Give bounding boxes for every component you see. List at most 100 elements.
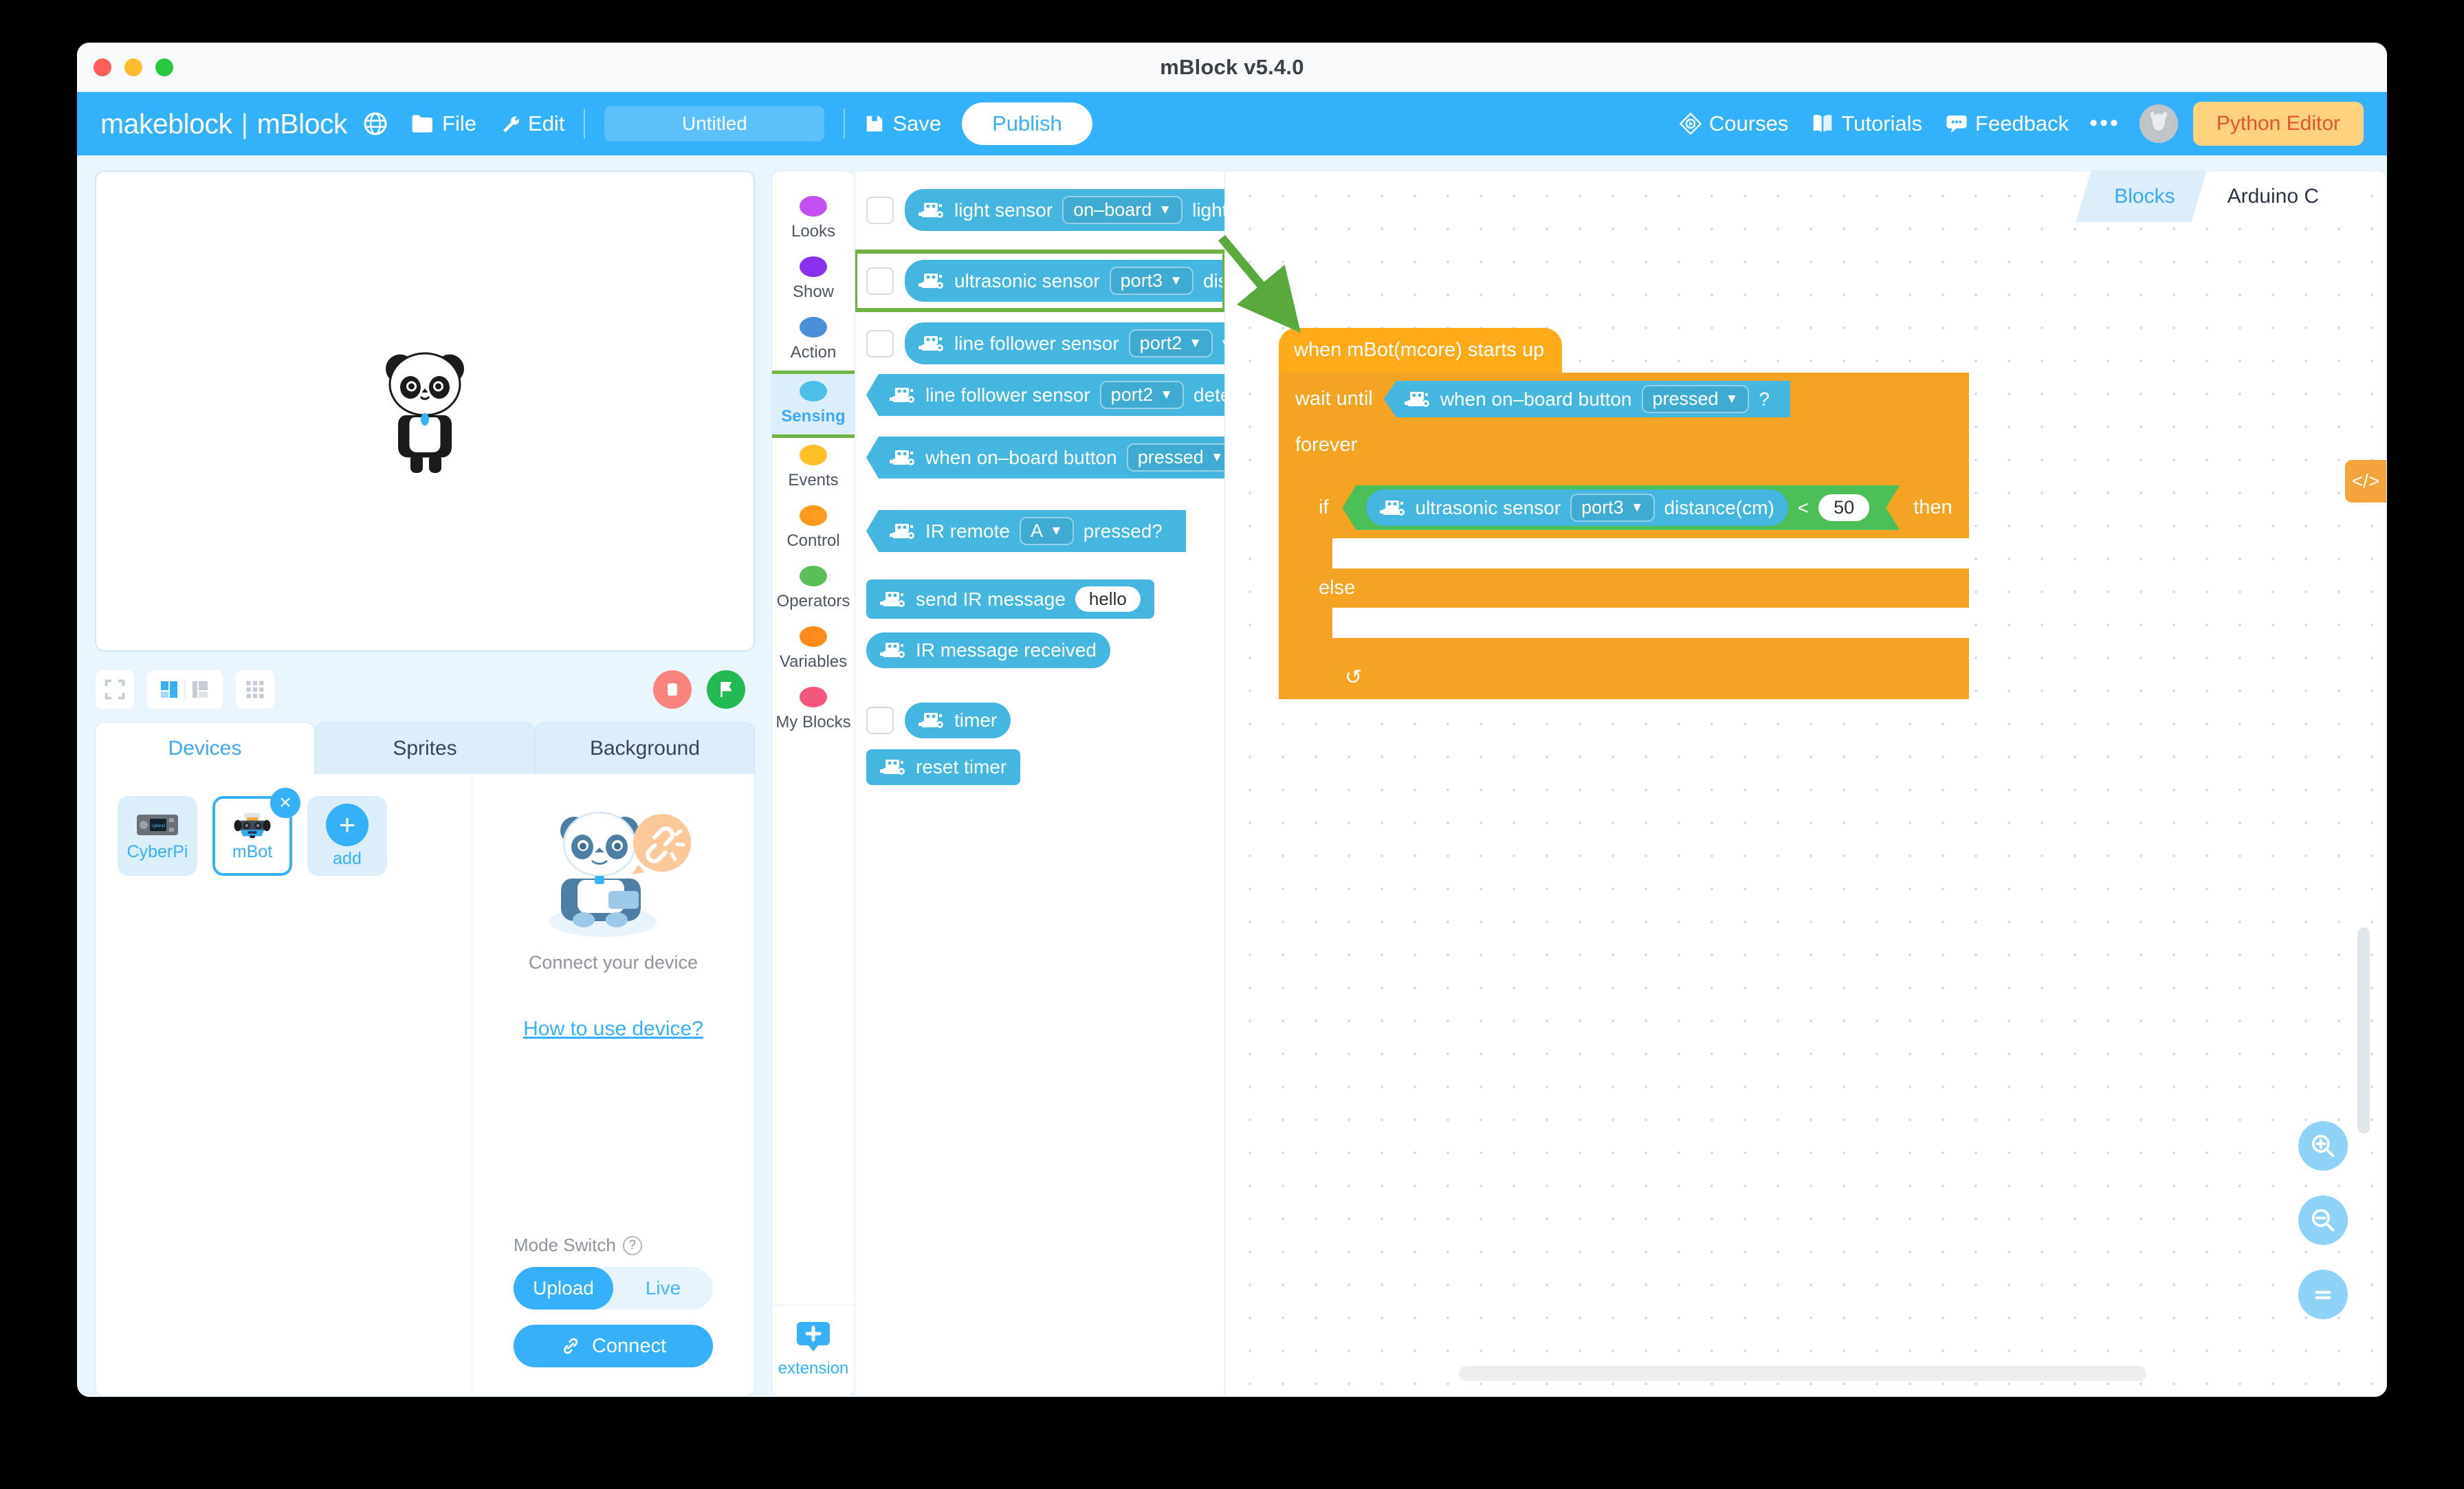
tutorials-link[interactable]: Tutorials — [1812, 111, 1922, 136]
block-line-follower-detect[interactable]: line follower sensor port2 ▼ dete — [866, 374, 1224, 416]
panel-tabs: Devices Sprites Background — [95, 722, 755, 774]
user-avatar[interactable] — [2139, 104, 2178, 143]
block-less-than-operator[interactable]: ultrasonic sensor port3 ▼ distance(cm) <… — [1343, 485, 1900, 530]
category-label-action: Action — [790, 343, 837, 362]
then-label: then — [1913, 496, 1952, 518]
block-ir-message-received[interactable]: IR message received — [866, 632, 1111, 668]
palette-row-ultrasonic-sensor: ultrasonic sensor port3 ▼ dis — [855, 250, 1224, 312]
dropdown-value-ultrasonic-sensor: port3 — [1120, 270, 1163, 291]
tab-background[interactable]: Background — [535, 722, 755, 774]
block-dropdown-ultrasonic-sensor[interactable]: port3 ▼ — [1109, 267, 1194, 295]
zoom-in-button[interactable] — [2298, 1121, 2348, 1171]
block-reset-timer[interactable]: reset timer — [866, 749, 1021, 785]
file-menu[interactable]: File — [411, 111, 476, 136]
monitor-checkbox-timer[interactable] — [866, 707, 894, 734]
chevron-down-icon: ▼ — [1630, 500, 1644, 515]
grid-layout-button[interactable] — [235, 670, 275, 709]
device-card-mbot[interactable]: × mBot — [212, 788, 300, 876]
category-control[interactable]: Control — [772, 498, 855, 559]
feedback-link[interactable]: Feedback — [1946, 111, 2069, 136]
block-dropdown-line-follower-detect[interactable]: port2 ▼ — [1099, 381, 1185, 409]
tab-devices[interactable]: Devices — [95, 722, 315, 774]
script-stack[interactable]: when mBot(mcore) starts up wait until wh… — [1279, 328, 1969, 699]
block-on-board-button[interactable]: when on–board button pressed ▼ — [866, 437, 1224, 478]
globe-language-icon[interactable] — [363, 111, 388, 136]
block-on-board-button-condition[interactable]: when on–board button pressed ▼ ? — [1383, 381, 1790, 417]
panda-connect-illustration — [549, 811, 691, 937]
device-card-add[interactable]: + add — [307, 796, 387, 876]
panda-sprite[interactable] — [373, 342, 476, 480]
stage-area[interactable] — [95, 170, 755, 652]
add-extension-button[interactable]: extension — [772, 1305, 855, 1396]
connect-button[interactable]: Connect — [514, 1325, 713, 1367]
block-timer[interactable]: timer — [905, 703, 1011, 738]
if-branch-slot[interactable] — [1332, 538, 1969, 569]
zoom-out-button[interactable] — [2298, 1195, 2348, 1245]
split-layout-button[interactable] — [146, 670, 223, 709]
minimize-window-button[interactable] — [124, 58, 142, 76]
cond-port-dropdown[interactable]: port3 ▼ — [1570, 494, 1654, 522]
block-light-sensor[interactable]: light sensor on–board ▼ light — [905, 189, 1224, 231]
zoom-reset-button[interactable] — [2298, 1270, 2348, 1319]
block-forever[interactable]: forever if ultrasonic sensor port3 ▼ dis… — [1279, 426, 1969, 699]
how-to-use-device-link[interactable]: How to use device? — [523, 1017, 703, 1041]
block-send-ir-message[interactable]: send IR message hello — [866, 580, 1154, 619]
device-remove-button[interactable]: × — [270, 788, 300, 818]
device-card-cyberpi[interactable]: cyberpi CyberPi — [118, 796, 197, 876]
publish-button[interactable]: Publish — [962, 102, 1092, 145]
block-ir-remote[interactable]: IR remote A ▼ pressed? — [866, 510, 1186, 552]
monitor-checkbox-line-follower-value[interactable] — [866, 329, 894, 357]
blocks-palette[interactable]: light sensor on–board ▼ light ultrasonic… — [855, 170, 1225, 1397]
category-variables[interactable]: Variables — [772, 619, 855, 680]
block-ultrasonic-sensor[interactable]: ultrasonic sensor port3 ▼ dis — [905, 260, 1224, 302]
fullscreen-button[interactable] — [95, 670, 135, 709]
block-wait-until[interactable]: wait until when on–board button pressed … — [1279, 373, 1969, 426]
category-action[interactable]: Action — [772, 310, 855, 371]
more-menu-button[interactable]: ••• — [2089, 112, 2120, 135]
mode-upload-option[interactable]: Upload — [514, 1267, 613, 1310]
block-ultrasonic-distance[interactable]: ultrasonic sensor port3 ▼ distance(cm) — [1366, 489, 1788, 526]
category-looks[interactable]: Looks — [772, 189, 855, 250]
script-canvas[interactable]: Blocks Arduino C </> when mBot(mcore) st… — [1225, 170, 2387, 1397]
category-show[interactable]: Show — [772, 250, 855, 310]
tab-blocks[interactable]: Blocks — [2076, 171, 2207, 222]
block-line-follower-value[interactable]: line follower sensor port2 ▼ v — [905, 322, 1224, 364]
block-dropdown-on-board-button[interactable]: pressed ▼ — [1126, 443, 1224, 472]
green-flag-button[interactable] — [707, 670, 745, 709]
canvas-horizontal-scrollbar[interactable] — [1459, 1366, 2146, 1381]
block-dropdown-light-sensor[interactable]: on–board ▼ — [1062, 196, 1183, 224]
stop-button[interactable] — [653, 670, 692, 709]
courses-link[interactable]: Courses — [1679, 111, 1788, 136]
block-input-send-ir-message[interactable]: hello — [1075, 586, 1141, 612]
block-dropdown-ir-remote[interactable]: A ▼ — [1019, 517, 1074, 545]
brand-logo[interactable]: makeblock | mBlock — [100, 108, 388, 140]
edit-menu[interactable]: Edit — [500, 111, 564, 136]
category-events[interactable]: Events — [772, 438, 855, 498]
wait-cond-dropdown[interactable]: pressed ▼ — [1641, 385, 1750, 413]
block-text-ultrasonic-sensor: ultrasonic sensor — [954, 269, 1100, 291]
project-name-field[interactable]: Untitled — [604, 106, 825, 142]
block-when-mbot-starts-up[interactable]: when mBot(mcore) starts up — [1279, 328, 1563, 373]
block-text-on-board-button: when on–board button — [925, 446, 1117, 468]
block-if-else[interactable]: if ultrasonic sensor port3 ▼ distance(cm… — [1302, 477, 1969, 659]
close-window-button[interactable] — [94, 58, 111, 76]
python-editor-button[interactable]: Python Editor — [2192, 102, 2364, 146]
category-bubble-action — [800, 317, 827, 338]
maximize-window-button[interactable] — [155, 58, 173, 76]
cond-value-input[interactable]: 50 — [1818, 494, 1869, 521]
block-dropdown-line-follower-value[interactable]: port2 ▼ — [1128, 329, 1213, 357]
category-operators[interactable]: Operators — [772, 559, 855, 619]
category-sensing[interactable]: Sensing — [772, 371, 855, 438]
save-button[interactable]: Save — [864, 111, 941, 136]
help-icon[interactable]: ? — [622, 1235, 642, 1255]
mode-live-option[interactable]: Live — [613, 1267, 713, 1310]
else-branch-slot[interactable] — [1332, 608, 1969, 638]
chevron-down-icon: ▼ — [1158, 202, 1172, 217]
canvas-vertical-scrollbar[interactable] — [2357, 927, 2370, 1134]
monitor-checkbox-ultrasonic-sensor[interactable] — [866, 267, 894, 295]
category-my-blocks[interactable]: My Blocks — [772, 680, 855, 740]
monitor-checkbox-light-sensor[interactable] — [866, 196, 894, 224]
show-code-button[interactable]: </> — [2345, 460, 2386, 503]
tab-arduino-c[interactable]: Arduino C — [2191, 171, 2351, 222]
tab-sprites[interactable]: Sprites — [315, 722, 535, 774]
